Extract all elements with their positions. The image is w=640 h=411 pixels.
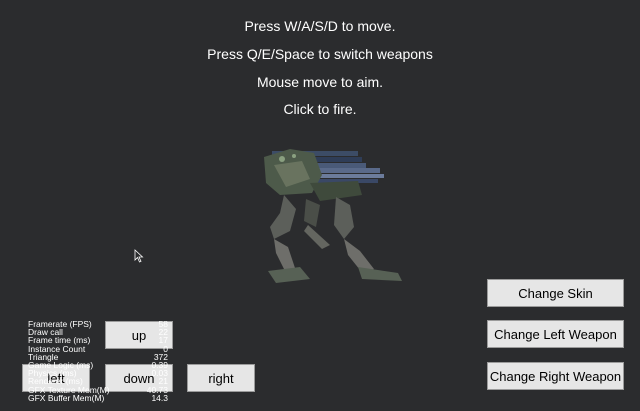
mech-left-thigh (270, 195, 296, 239)
change-left-weapon-button[interactable]: Change Left Weapon (487, 320, 624, 348)
stats-panel: Framerate (FPS) 58 Draw call 22 Frame ti… (28, 320, 168, 402)
mech-light (279, 156, 285, 162)
instruction-move: Press W/A/S/D to move. (244, 18, 396, 34)
mouse-cursor-icon (134, 249, 144, 263)
change-skin-button[interactable]: Change Skin (487, 279, 624, 307)
mech-center-leg (304, 199, 320, 227)
stat-row-gfx-buffer-mem: GFX Buffer Mem(M) 14.3 (28, 392, 168, 403)
stat-label: GFX Buffer Mem(M) (28, 392, 105, 403)
change-right-weapon-button[interactable]: Change Right Weapon (487, 362, 624, 390)
mech-light (292, 154, 296, 158)
instruction-switch-weapons: Press Q/E/Space to switch weapons (207, 46, 433, 62)
instruction-fire: Click to fire. (283, 101, 357, 117)
mech-right-thigh (334, 197, 354, 239)
instruction-aim: Mouse move to aim. (256, 74, 384, 90)
right-button[interactable]: right (187, 364, 255, 392)
mech-center-shin (304, 225, 330, 249)
mech-character[interactable] (250, 135, 410, 300)
mech-right-foot (358, 267, 402, 281)
stat-value: 14.3 (151, 392, 168, 403)
mech-left-foot (268, 267, 310, 283)
